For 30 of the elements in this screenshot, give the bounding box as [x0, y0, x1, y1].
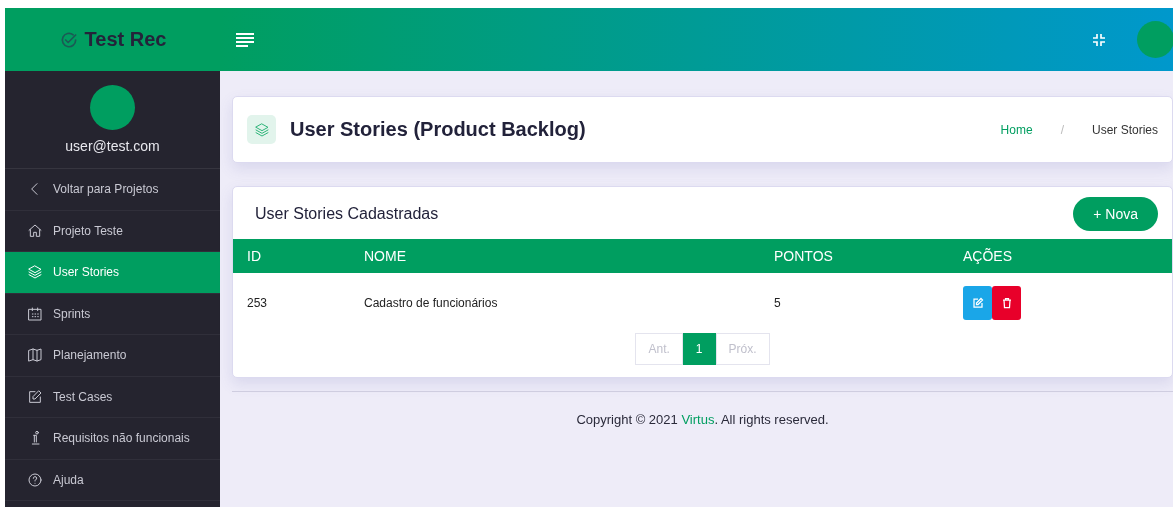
table-cell-text: 5 — [774, 296, 782, 310]
column-header: ID — [247, 248, 262, 264]
trash-icon — [1000, 297, 1013, 309]
column-header: AÇÕES — [963, 248, 1013, 264]
copyright-text: Copyright © 2021 — [576, 412, 679, 427]
breadcrumb-text: / — [1060, 122, 1064, 137]
home-icon — [27, 222, 43, 239]
breadcrumb-text: User Stories — [1091, 122, 1158, 137]
table-cell-text: Cadastro de funcionários — [364, 296, 499, 310]
calendar-icon — [27, 305, 43, 322]
collapse-icon[interactable] — [1091, 31, 1107, 48]
table-cell-text: 253 — [247, 296, 269, 310]
user-email: user@test.com — [65, 138, 160, 154]
page-title: User Stories (Product Backlog) — [290, 118, 587, 141]
layers-icon — [253, 121, 270, 138]
column-header: PONTOS — [774, 248, 834, 264]
menu-icon[interactable] — [236, 32, 254, 47]
edit-button[interactable] — [963, 286, 992, 320]
breadcrumb-link[interactable]: Home — [1000, 122, 1033, 137]
avatar — [90, 85, 135, 130]
map-icon — [27, 347, 43, 364]
help-icon — [27, 471, 43, 488]
edit-icon — [27, 388, 43, 405]
column-header: NOME — [364, 248, 407, 264]
edit-icon — [971, 297, 984, 309]
layers-icon — [27, 264, 43, 281]
card-title: User Stories Cadastradas — [255, 205, 439, 223]
copyright-text: . All rights reserved. — [714, 412, 829, 427]
delete-button[interactable] — [992, 286, 1021, 320]
brand-name: Test Rec — [84, 28, 167, 51]
